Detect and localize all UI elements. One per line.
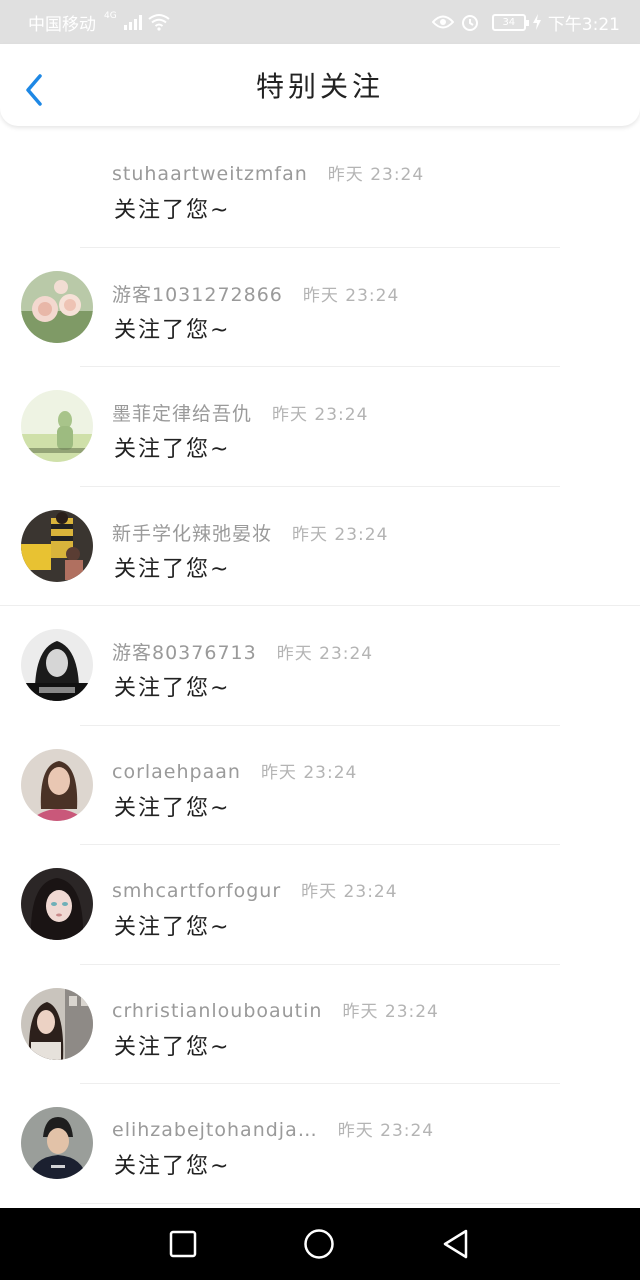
- timestamp: 昨天 23:24: [342, 1001, 439, 1022]
- timestamp: 昨天 23:24: [276, 644, 374, 664]
- battery-icon: 34: [491, 13, 529, 31]
- action-text: 关注了您~: [114, 676, 231, 701]
- timestamp: 昨天 23:24: [302, 285, 400, 306]
- username[interactable]: 游客80376713: [112, 638, 257, 665]
- name-line: 游客80376713 昨天 23:24: [112, 638, 373, 665]
- action-text: 关注了您~: [114, 915, 231, 940]
- username[interactable]: 墨菲定律给吾仇: [112, 399, 252, 426]
- chevron-left-icon: [26, 74, 42, 106]
- alarm-icon: [461, 15, 478, 31]
- avatar[interactable]: [21, 1107, 93, 1179]
- signal-icon: [123, 14, 142, 30]
- list-item[interactable]: smhcartforfogur 昨天 23:24 关注了您~: [0, 845, 640, 965]
- name-line: elihzabejtohandja… 昨天 23:24: [112, 1116, 434, 1141]
- timestamp: 昨天 23:24: [272, 405, 369, 425]
- charging-icon: [532, 14, 541, 30]
- username[interactable]: 新手学化辣弛晏妆: [112, 519, 272, 546]
- name-line: 新手学化辣弛晏妆 昨天 23:24: [112, 519, 388, 546]
- timestamp: 昨天 23:24: [292, 524, 389, 545]
- circle-icon[interactable]: [303, 1228, 335, 1260]
- list-item[interactable]: 游客1031272866 昨天 23:24 关注了您~: [0, 248, 640, 368]
- avatar[interactable]: [21, 987, 93, 1060]
- status-bar: 中国移动 4G 34 下午3:21: [0, 0, 640, 44]
- square-icon[interactable]: [167, 1228, 199, 1260]
- list-item[interactable]: corlaehpaan 昨天 23:24 关注了您~: [0, 726, 640, 846]
- list-item[interactable]: 新手学化辣弛晏妆 昨天 23:24 关注了您~: [0, 487, 640, 607]
- navigation-bar: [0, 1208, 640, 1280]
- username[interactable]: stuhaartweitzmfan: [112, 163, 308, 185]
- status-left: 中国移动 4G: [28, 10, 170, 35]
- username[interactable]: 游客1031272866: [112, 280, 283, 307]
- username[interactable]: smhcartforfogur: [112, 880, 281, 902]
- clock-time: 下午3:21: [547, 14, 620, 35]
- username[interactable]: crhristianlouboautin: [112, 1000, 322, 1022]
- avatar[interactable]: [21, 509, 93, 582]
- name-line: 游客1031272866 昨天 23:24: [112, 280, 399, 307]
- list-item[interactable]: elihzabejtohandja… 昨天 23:24 关注了您~: [0, 1084, 640, 1204]
- list-item[interactable]: 游客80376713 昨天 23:24 关注了您~: [0, 606, 640, 726]
- timestamp: 昨天 23:24: [301, 882, 398, 902]
- avatar[interactable]: [21, 270, 93, 343]
- action-text: 关注了您~: [114, 317, 231, 343]
- triangle-back-icon[interactable]: [440, 1228, 472, 1260]
- name-line: stuhaartweitzmfan 昨天 23:24: [112, 160, 424, 185]
- page-title: 特别关注: [255, 70, 384, 103]
- action-text: 关注了您~: [114, 1034, 231, 1060]
- username[interactable]: corlaehpaan: [112, 761, 241, 783]
- network-type: 4G: [104, 11, 117, 21]
- eye-icon: [431, 15, 454, 29]
- list-item[interactable]: crhristianlouboautin 昨天 23:24 关注了您~: [0, 965, 640, 1085]
- action-text: 关注了您~: [114, 437, 231, 462]
- timestamp: 昨天 23:24: [260, 762, 358, 783]
- timestamp: 昨天 23:24: [327, 165, 425, 185]
- username[interactable]: elihzabejtohandja…: [112, 1119, 318, 1141]
- list-item[interactable]: stuhaartweitzmfan 昨天 23:24 关注了您~: [0, 128, 640, 248]
- list-item[interactable]: 墨菲定律给吾仇 昨天 23:24 关注了您~: [0, 367, 640, 487]
- action-text: 关注了您~: [114, 795, 231, 821]
- timestamp: 昨天 23:24: [337, 1121, 435, 1141]
- avatar[interactable]: [21, 868, 93, 940]
- action-text: 关注了您~: [114, 198, 231, 223]
- carrier-label: 中国移动: [28, 14, 96, 35]
- name-line: corlaehpaan 昨天 23:24: [112, 758, 357, 783]
- status-right: 34 下午3:21: [431, 10, 620, 35]
- name-line: crhristianlouboautin 昨天 23:24: [112, 997, 439, 1022]
- name-line: smhcartforfogur 昨天 23:24: [112, 877, 398, 902]
- avatar[interactable]: [21, 151, 93, 223]
- battery-level: 34: [502, 16, 516, 28]
- avatar[interactable]: [21, 390, 93, 462]
- avatar[interactable]: [21, 748, 93, 821]
- avatar[interactable]: [21, 629, 93, 701]
- action-text: 关注了您~: [114, 1154, 231, 1179]
- header-bar: 特别关注: [0, 44, 640, 126]
- follower-list: stuhaartweitzmfan 昨天 23:24 关注了您~ 游客10312…: [0, 128, 640, 1204]
- wifi-icon: [148, 14, 170, 31]
- name-line: 墨菲定律给吾仇 昨天 23:24: [112, 399, 368, 426]
- action-text: 关注了您~: [114, 556, 231, 582]
- back-button[interactable]: [20, 72, 48, 108]
